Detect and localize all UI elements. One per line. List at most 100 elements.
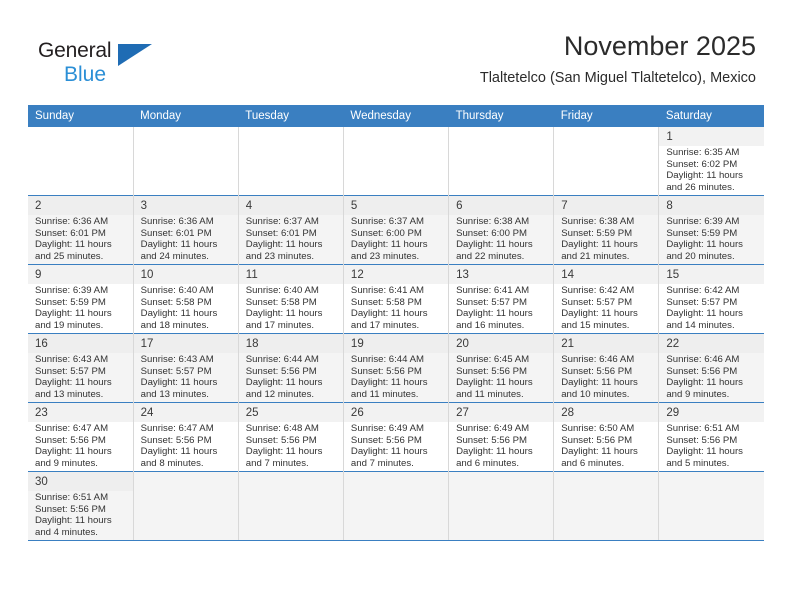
day-number: 3 xyxy=(133,196,238,215)
sunset-text: Sunset: 5:56 PM xyxy=(666,365,738,377)
brand-logo[interactable]: General Blue xyxy=(38,38,158,90)
daylight-text-line2: and 10 minutes. xyxy=(561,388,630,400)
daylight-text-line2: and 15 minutes. xyxy=(561,319,630,331)
calendar-body: 1 Sunrise: 6:35 AM Sunset: 6:02 PM Daylight… xyxy=(28,127,764,541)
weekday-header-thursday: Thursday xyxy=(448,105,554,127)
daylight-text-line1: Daylight: 11 hours xyxy=(35,239,112,251)
calendar-day-cell[interactable]: 24 Sunrise: 6:47 AM Sunset: 5:56 PM Dayligh… xyxy=(132,402,239,472)
daylight-text-line1: Daylight: 11 hours xyxy=(35,515,112,527)
calendar-day-cell[interactable]: 16 Sunrise: 6:43 AM Sunset: 5:57 PM Dayligh… xyxy=(28,333,134,403)
calendar-day-cell[interactable]: 26 Sunrise: 6:49 AM Sunset: 5:56 PM Dayligh… xyxy=(342,402,449,472)
daylight-text-line2: and 4 minutes. xyxy=(35,526,98,538)
sunset-text: Sunset: 5:58 PM xyxy=(140,296,212,308)
sunset-text: Sunset: 5:57 PM xyxy=(561,296,633,308)
calendar-grid: Sunday Monday Tuesday Wednesday Thursday… xyxy=(28,105,764,541)
daylight-text-line1: Daylight: 11 hours xyxy=(245,446,323,458)
calendar-day-cell[interactable]: 17 Sunrise: 6:43 AM Sunset: 5:57 PM Dayligh… xyxy=(132,333,239,403)
calendar-day-cell[interactable]: 18 Sunrise: 6:44 AM Sunset: 5:56 PM Dayligh… xyxy=(237,333,344,403)
sunset-text: Sunset: 6:01 PM xyxy=(35,227,106,239)
calendar-day-cell[interactable]: 27 Sunrise: 6:49 AM Sunset: 5:56 PM Dayligh… xyxy=(448,402,554,472)
sunrise-text: Sunrise: 6:48 AM xyxy=(245,423,319,434)
day-details: Sunrise: 6:49 AM Sunset: 5:56 PM Daylight:… xyxy=(344,422,448,469)
daylight-text-line2: and 11 minutes. xyxy=(456,388,524,400)
calendar-day-cell[interactable]: 14 Sunrise: 6:42 AM Sunset: 5:57 PM Dayligh… xyxy=(553,264,659,334)
day-number xyxy=(659,472,764,477)
calendar-day-cell[interactable]: 20 Sunrise: 6:45 AM Sunset: 5:56 PM Dayligh… xyxy=(448,333,554,403)
calendar-day-cell[interactable]: 13 Sunrise: 6:41 AM Sunset: 5:57 PM Dayligh… xyxy=(448,264,554,334)
calendar-day-cell[interactable]: 19 Sunrise: 6:44 AM Sunset: 5:56 PM Dayligh… xyxy=(342,333,449,403)
sunrise-text: Sunrise: 6:40 AM xyxy=(140,285,214,296)
day-number: 27 xyxy=(449,403,554,422)
weekday-header-tuesday: Tuesday xyxy=(238,105,344,127)
sunrise-text: Sunrise: 6:38 AM xyxy=(456,216,530,227)
calendar-week-row: 16 Sunrise: 6:43 AM Sunset: 5:57 PM Dayligh… xyxy=(28,333,764,403)
day-number: 24 xyxy=(133,403,238,422)
daylight-text-line2: and 13 minutes. xyxy=(140,388,209,400)
daylight-text-line2: and 9 minutes. xyxy=(666,388,730,400)
sunrise-text: Sunrise: 6:49 AM xyxy=(456,423,530,434)
calendar-day-cell[interactable]: 7 Sunrise: 6:38 AM Sunset: 5:59 PM Daylight… xyxy=(553,195,659,265)
day-number: 20 xyxy=(449,334,554,353)
daylight-text-line2: and 24 minutes. xyxy=(140,250,209,262)
day-number: 4 xyxy=(238,196,343,215)
day-number: 11 xyxy=(238,265,343,284)
calendar-day-cell[interactable]: 8 Sunrise: 6:39 AM Sunset: 5:59 PM Daylight… xyxy=(658,195,764,265)
daylight-text-line1: Daylight: 11 hours xyxy=(35,377,112,389)
daylight-text-line1: Daylight: 11 hours xyxy=(350,239,428,251)
calendar-day-cell[interactable]: 23 Sunrise: 6:47 AM Sunset: 5:56 PM Dayligh… xyxy=(28,402,134,472)
day-number: 22 xyxy=(659,334,764,353)
calendar-cell-empty xyxy=(342,471,449,541)
day-details: Sunrise: 6:48 AM Sunset: 5:56 PM Daylight:… xyxy=(239,422,343,469)
daylight-text-line2: and 8 minutes. xyxy=(140,457,204,469)
daylight-text-line2: and 7 minutes. xyxy=(350,457,414,469)
daylight-text-line1: Daylight: 11 hours xyxy=(666,377,743,389)
sunrise-text: Sunrise: 6:39 AM xyxy=(35,285,109,296)
day-number: 1 xyxy=(659,127,764,146)
day-details: Sunrise: 6:46 AM Sunset: 5:56 PM Daylight:… xyxy=(554,353,658,400)
day-number: 12 xyxy=(343,265,449,284)
calendar-day-cell[interactable]: 21 Sunrise: 6:46 AM Sunset: 5:56 PM Dayligh… xyxy=(553,333,659,403)
calendar-day-cell[interactable]: 29 Sunrise: 6:51 AM Sunset: 5:56 PM Dayligh… xyxy=(658,402,764,472)
calendar-day-cell[interactable]: 2 Sunrise: 6:36 AM Sunset: 6:01 PM Daylight… xyxy=(28,195,134,265)
day-details: Sunrise: 6:36 AM Sunset: 6:01 PM Daylight:… xyxy=(134,215,238,262)
day-details: Sunrise: 6:41 AM Sunset: 5:58 PM Daylight:… xyxy=(344,284,448,331)
day-number: 13 xyxy=(449,265,554,284)
daylight-text-line2: and 17 minutes. xyxy=(350,319,420,331)
daylight-text-line1: Daylight: 11 hours xyxy=(35,308,112,320)
day-details: Sunrise: 6:47 AM Sunset: 5:56 PM Daylight:… xyxy=(28,422,133,469)
day-details: Sunrise: 6:42 AM Sunset: 5:57 PM Daylight:… xyxy=(554,284,658,331)
calendar-day-cell[interactable]: 28 Sunrise: 6:50 AM Sunset: 5:56 PM Dayligh… xyxy=(553,402,659,472)
day-number xyxy=(28,127,133,132)
calendar-day-cell[interactable]: 4 Sunrise: 6:37 AM Sunset: 6:01 PM Daylight… xyxy=(237,195,344,265)
sunset-text: Sunset: 5:56 PM xyxy=(666,434,738,446)
daylight-text-line2: and 22 minutes. xyxy=(456,250,525,262)
day-number: 28 xyxy=(554,403,659,422)
daylight-text-line1: Daylight: 11 hours xyxy=(456,446,533,458)
sunset-text: Sunset: 6:01 PM xyxy=(245,227,317,239)
daylight-text-line2: and 6 minutes. xyxy=(456,457,519,469)
calendar-day-cell[interactable]: 1 Sunrise: 6:35 AM Sunset: 6:02 PM Daylight… xyxy=(658,127,764,196)
calendar-day-cell[interactable]: 22 Sunrise: 6:46 AM Sunset: 5:56 PM Dayligh… xyxy=(658,333,764,403)
calendar-day-cell[interactable]: 10 Sunrise: 6:40 AM Sunset: 5:58 PM Dayligh… xyxy=(132,264,239,334)
daylight-text-line2: and 13 minutes. xyxy=(35,388,104,400)
daylight-text-line2: and 26 minutes. xyxy=(666,181,735,193)
calendar-day-cell[interactable]: 9 Sunrise: 6:39 AM Sunset: 5:59 PM Daylight… xyxy=(28,264,134,334)
sunset-text: Sunset: 5:56 PM xyxy=(561,434,633,446)
calendar-day-cell[interactable]: 5 Sunrise: 6:37 AM Sunset: 6:00 PM Daylight… xyxy=(342,195,449,265)
day-details: Sunrise: 6:39 AM Sunset: 5:59 PM Daylight:… xyxy=(659,215,764,262)
day-number: 15 xyxy=(659,265,764,284)
calendar-day-cell[interactable]: 15 Sunrise: 6:42 AM Sunset: 5:57 PM Dayligh… xyxy=(658,264,764,334)
weekday-header-monday: Monday xyxy=(133,105,239,127)
calendar-day-cell[interactable]: 3 Sunrise: 6:36 AM Sunset: 6:01 PM Daylight… xyxy=(132,195,239,265)
calendar-day-cell[interactable]: 11 Sunrise: 6:40 AM Sunset: 5:58 PM Dayligh… xyxy=(237,264,344,334)
daylight-text-line2: and 23 minutes. xyxy=(350,250,420,262)
calendar-day-cell[interactable]: 12 Sunrise: 6:41 AM Sunset: 5:58 PM Dayligh… xyxy=(342,264,449,334)
calendar-day-cell[interactable]: 25 Sunrise: 6:48 AM Sunset: 5:56 PM Dayligh… xyxy=(237,402,344,472)
daylight-text-line2: and 20 minutes. xyxy=(666,250,735,262)
sunset-text: Sunset: 5:56 PM xyxy=(245,434,317,446)
calendar-cell-empty xyxy=(342,127,449,196)
calendar-day-cell[interactable]: 30 Sunrise: 6:51 AM Sunset: 5:56 PM Dayligh… xyxy=(28,471,134,541)
calendar-day-cell[interactable]: 6 Sunrise: 6:38 AM Sunset: 6:00 PM Daylight… xyxy=(448,195,554,265)
sunset-text: Sunset: 5:59 PM xyxy=(666,227,738,239)
day-details: Sunrise: 6:40 AM Sunset: 5:58 PM Daylight:… xyxy=(239,284,343,331)
